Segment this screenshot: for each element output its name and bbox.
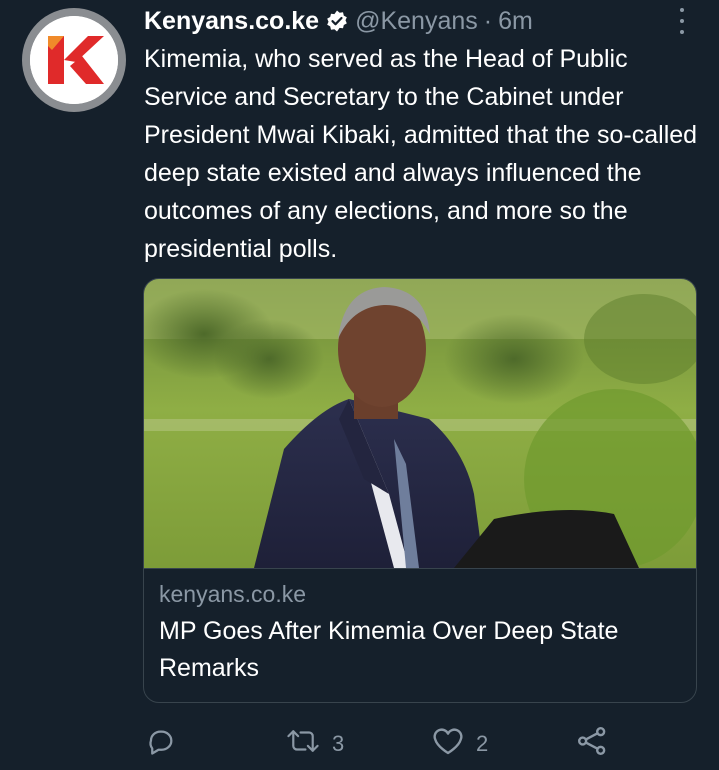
share-button[interactable] [576, 722, 608, 766]
like-icon [432, 726, 464, 762]
verified-badge-icon [325, 9, 349, 33]
like-button[interactable]: 2 [432, 722, 488, 766]
retweet-button[interactable]: 3 [286, 722, 344, 766]
share-icon [576, 725, 608, 763]
reply-icon [146, 726, 176, 762]
tweet[interactable]: Kenyans.co.ke @Kenyans · 6m Kimemia, who… [0, 0, 719, 770]
more-options-icon[interactable] [677, 8, 687, 34]
reply-button[interactable] [146, 722, 176, 766]
display-name[interactable]: Kenyans.co.ke [144, 7, 319, 36]
article-photo[interactable] [144, 279, 696, 568]
link-card[interactable]: kenyans.co.ke MP Goes After Kimemia Over… [143, 278, 697, 703]
retweet-count: 3 [332, 731, 345, 756]
separator: · [483, 6, 493, 35]
avatar[interactable] [22, 8, 126, 112]
card-title: MP Goes After Kimemia Over Deep State Re… [159, 617, 619, 682]
action-bar: 3 2 [0, 722, 719, 766]
tweet-text: Kimemia, who served as the Head of Publi… [144, 45, 698, 263]
card-domain: kenyans.co.ke [159, 581, 307, 607]
retweet-icon [286, 726, 320, 762]
timestamp[interactable]: 6m [498, 7, 533, 36]
kenyans-logo-icon [30, 16, 118, 104]
user-handle[interactable]: @Kenyans [355, 7, 478, 36]
tweet-header: Kenyans.co.ke @Kenyans · 6m [144, 2, 533, 40]
card-meta: kenyans.co.ke MP Goes After Kimemia Over… [144, 568, 696, 702]
like-count: 2 [476, 731, 489, 756]
